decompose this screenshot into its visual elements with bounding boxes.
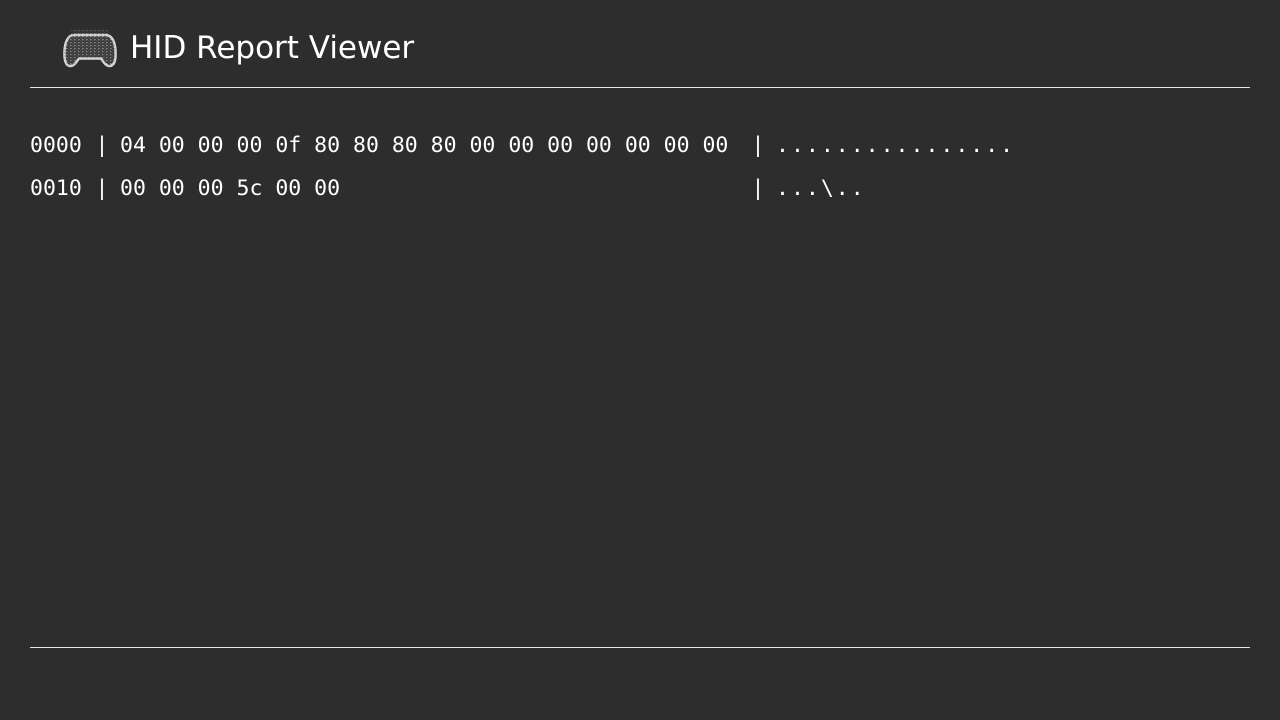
hex-ascii: ...\.. — [776, 176, 866, 201]
hex-bytes: 00 00 00 5c 00 00 — [120, 176, 341, 201]
title-bar: HID Report Viewer — [62, 22, 414, 74]
app-title: HID Report Viewer — [130, 30, 415, 66]
hid-report-viewer-window: HID Report Viewer 0000 | 04 00 00 00 0f … — [0, 0, 1280, 720]
hex-row: 0000 | 04 00 00 00 0f 80 80 80 80 00 00 … — [30, 124, 1250, 167]
hex-row: 0010 | 00 00 00 5c 00 00 | ...\.. — [30, 167, 1250, 210]
footer-divider — [30, 647, 1250, 648]
hex-separator: | — [95, 176, 109, 201]
hex-separator: | — [751, 133, 765, 158]
hex-ascii: ................ — [776, 133, 1016, 158]
header-divider — [30, 87, 1250, 88]
hex-bytes: 04 00 00 00 0f 80 80 80 80 00 00 00 00 0… — [120, 133, 729, 158]
hex-dump-view: 0000 | 04 00 00 00 0f 80 80 80 80 00 00 … — [30, 124, 1250, 210]
gamepad-icon — [62, 24, 118, 72]
hex-offset: 0000 — [30, 133, 82, 158]
hex-separator: | — [95, 133, 109, 158]
hex-separator: | — [751, 176, 765, 201]
hex-offset: 0010 — [30, 176, 82, 201]
